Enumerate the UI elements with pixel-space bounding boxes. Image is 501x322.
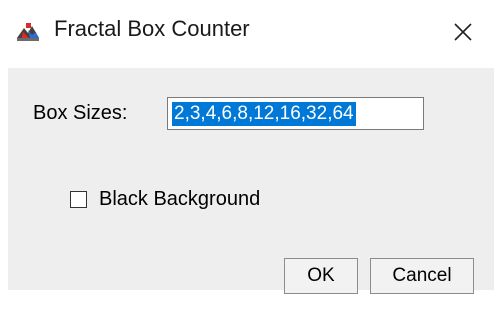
black-background-label: Black Background (99, 188, 261, 210)
app-icon (14, 18, 42, 46)
close-icon (454, 23, 472, 41)
window-title: Fractal Box Counter (54, 16, 250, 41)
title-bar[interactable]: Fractal Box Counter (0, 0, 501, 62)
black-background-checkbox[interactable] (70, 191, 87, 208)
dialog-window: Fractal Box Counter Box Sizes: 2,3,4,6,8… (0, 0, 501, 322)
cancel-button[interactable]: Cancel (370, 258, 474, 294)
black-background-option[interactable]: Black Background (70, 188, 260, 211)
dialog-body: Box Sizes: 2,3,4,6,8,12,16,32,64 Black B… (8, 68, 494, 294)
box-sizes-label: Box Sizes: (33, 102, 128, 124)
close-button[interactable] (440, 12, 486, 52)
box-sizes-input[interactable]: 2,3,4,6,8,12,16,32,64 (167, 97, 424, 130)
box-sizes-value: 2,3,4,6,8,12,16,32,64 (172, 101, 356, 126)
ok-button[interactable]: OK (284, 258, 358, 294)
